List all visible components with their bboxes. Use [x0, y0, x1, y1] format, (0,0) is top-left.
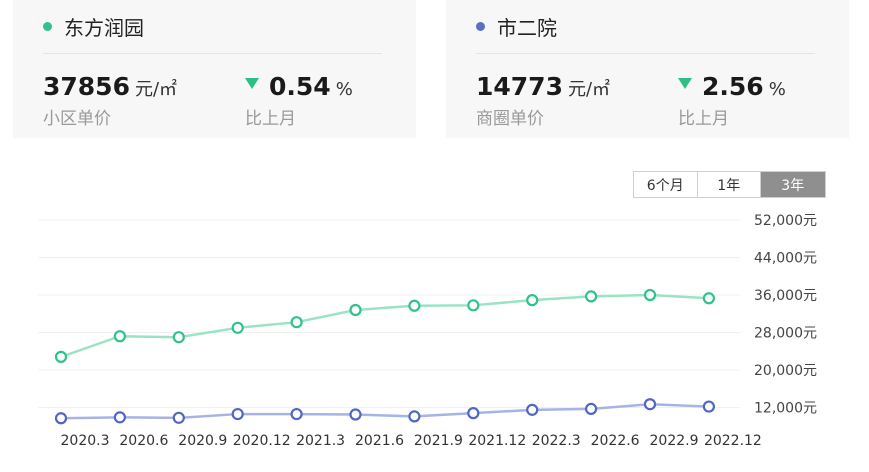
data-point	[231, 407, 244, 421]
community-price-card: 东方润园 37856 元/㎡ 小区单价 0.54 % 比上月	[13, 0, 416, 138]
price-unit: 元/㎡	[567, 79, 611, 100]
change-label: 比上月	[245, 109, 296, 129]
data-point	[702, 400, 716, 413]
x-tick-label: 2021.12	[468, 433, 526, 449]
price-value: 14773	[476, 72, 563, 101]
data-point	[526, 294, 539, 307]
series-line-0	[60, 293, 709, 359]
card-divider	[476, 53, 815, 54]
time-range-selector: 6个月 1年 3年	[633, 171, 826, 198]
y-tick-label: 44,000元	[754, 251, 817, 267]
range-6-months-button[interactable]: 6个月	[634, 172, 698, 197]
price-label: 商圈单价	[476, 109, 544, 129]
data-point	[408, 299, 421, 312]
change-metric: 0.54 % 比上月	[245, 72, 353, 129]
price-label: 小区单价	[43, 109, 111, 129]
data-point	[172, 331, 185, 344]
series-line-1	[60, 402, 709, 420]
y-tick-label: 20,000元	[754, 363, 817, 379]
change-metric: 2.56 % 比上月	[678, 72, 786, 129]
data-point	[408, 410, 421, 423]
y-tick-label: 28,000元	[754, 326, 817, 342]
district-name: 市二院	[497, 15, 557, 40]
x-tick-label: 2022.3	[532, 433, 581, 449]
series-lines	[60, 293, 709, 420]
y-axis-labels: 12,000元 20,000元 28,000元 36,000元 44,000元 52,00…	[754, 213, 817, 417]
series-dot-icon	[476, 21, 485, 31]
y-tick-label: 36,000元	[754, 288, 817, 304]
x-tick-label: 2021.9	[414, 433, 463, 449]
data-point	[467, 407, 480, 420]
x-tick-label: 2022.12	[704, 433, 762, 449]
community-name: 东方润园	[64, 15, 144, 40]
data-point	[584, 290, 598, 303]
x-tick-label: 2022.9	[650, 433, 699, 449]
data-point	[290, 407, 303, 421]
down-triangle-icon	[245, 77, 259, 89]
x-tick-label: 2021.6	[355, 433, 404, 449]
y-tick-label: 52,000元	[754, 213, 817, 229]
price-metric: 14773 元/㎡ 商圈单价	[476, 72, 610, 129]
data-point	[643, 398, 657, 411]
change-value: 0.54	[269, 72, 331, 101]
price-unit: 元/㎡	[134, 79, 178, 100]
price-trend-chart: 12,000元 20,000元 28,000元 36,000元 44,000元 52,00…	[38, 213, 817, 449]
change-value: 2.56	[702, 72, 764, 101]
range-1-year-button[interactable]: 1年	[697, 172, 761, 197]
series-points	[54, 288, 716, 425]
x-tick-label: 2020.3	[61, 433, 110, 449]
x-tick-label: 2020.6	[119, 433, 168, 449]
x-tick-label: 2020.9	[178, 433, 227, 449]
data-point	[231, 321, 244, 334]
data-point	[349, 408, 362, 421]
data-point	[702, 292, 716, 305]
data-point	[643, 288, 657, 302]
data-point	[113, 411, 127, 424]
data-point	[526, 403, 539, 416]
card-divider	[43, 53, 382, 54]
data-point	[584, 402, 598, 416]
data-point	[54, 412, 68, 425]
data-point	[172, 411, 185, 424]
x-tick-label: 2022.6	[591, 433, 640, 449]
data-point	[467, 299, 480, 312]
down-triangle-icon	[678, 77, 692, 89]
x-axis-labels: 2020.3 2020.6 2020.9 2020.12 2021.3 2021.6 202…	[61, 433, 762, 449]
range-3-years-button[interactable]: 3年	[761, 172, 825, 197]
card-header: 东方润园	[43, 10, 144, 42]
change-label: 比上月	[678, 109, 729, 129]
data-point	[290, 316, 303, 329]
y-tick-label: 12,000元	[754, 401, 817, 417]
card-header: 市二院	[476, 10, 557, 42]
chart-gridlines	[38, 219, 740, 408]
change-unit: %	[768, 79, 786, 100]
price-value: 37856	[43, 72, 130, 101]
data-point	[349, 303, 362, 317]
series-dot-icon	[43, 21, 52, 31]
data-point	[54, 350, 68, 363]
x-tick-label: 2020.12	[233, 433, 291, 449]
district-price-card: 市二院 14773 元/㎡ 商圈单价 2.56 % 比上月	[446, 0, 849, 138]
x-tick-label: 2021.3	[296, 433, 345, 449]
price-metric: 37856 元/㎡ 小区单价	[43, 72, 177, 129]
data-point	[113, 330, 127, 343]
change-unit: %	[335, 79, 353, 100]
